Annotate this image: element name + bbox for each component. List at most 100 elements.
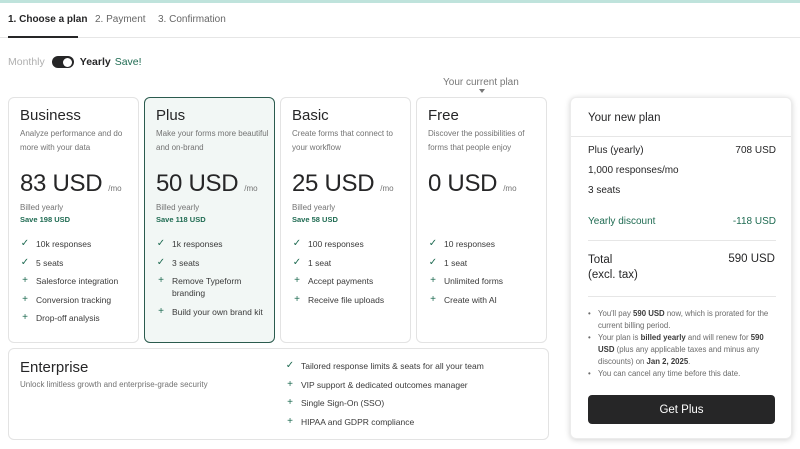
plus-icon: + (22, 275, 28, 286)
feature-item: ✓ 10k responses (20, 238, 138, 250)
feature-item: + Accept payments (292, 275, 410, 287)
billing-note-item: • You'll pay 590 USD now, which is prorat… (588, 308, 780, 332)
feature-text: 5 seats (36, 257, 64, 268)
summary-seats: 3 seats (588, 185, 621, 196)
plus-icon: + (22, 312, 28, 323)
note-text: . (688, 357, 691, 366)
feature-item: + Receive file uploads (292, 294, 410, 306)
feature-text: 10k responses (36, 239, 92, 249)
check-icon: ✓ (156, 256, 166, 268)
feature-text: 3 seats (172, 257, 200, 268)
summary-plan-label: Plus (yearly) (588, 145, 644, 156)
plan-card-business[interactable]: Business Analyze performance and do more… (8, 97, 139, 343)
divider (571, 136, 791, 137)
summary-total-label: Total (excl. tax) (588, 253, 638, 283)
billing-note-item: • Your plan is billed yearly and will ren… (588, 332, 780, 368)
plan-price-amount: 0 USD (428, 170, 498, 197)
plus-icon: + (158, 305, 164, 317)
summary-discount-value: -118 USD (732, 216, 776, 227)
feature-item: ✓ Tailored response limits & seats for al… (285, 360, 484, 372)
plus-icon: + (158, 275, 164, 286)
plan-card-plus[interactable]: Plus Make your forms more beautiful and … (144, 97, 275, 343)
bullet-icon: • (588, 369, 591, 378)
step-confirmation[interactable]: 3. Confirmation (158, 14, 226, 25)
bullet-icon: • (588, 333, 591, 342)
plan-savings: Save 58 USD (292, 215, 338, 224)
feature-list: ✓ 10 responses ✓ 1 seat + Unlimited forms +… (428, 238, 546, 312)
feature-text: Accept payments (308, 276, 374, 286)
plan-card-basic[interactable]: Basic Create forms that connect to your … (280, 97, 411, 343)
feature-list: ✓ 100 responses ✓ 1 seat + Accept payments … (292, 238, 410, 312)
plan-price-period: /mo (244, 184, 258, 193)
plus-icon: + (294, 293, 300, 305)
billing-toggle-row: Monthly Yearly Save! (8, 55, 142, 69)
monthly-label[interactable]: Monthly (8, 56, 45, 68)
plan-name: Basic (292, 107, 329, 124)
feature-item: ✓ 5 seats (20, 257, 138, 269)
feature-text: Build your own brand kit (172, 306, 263, 317)
feature-item: ✓ 10 responses (428, 238, 546, 250)
feature-item: + Conversion tracking (20, 294, 138, 306)
plan-name: Free (428, 107, 459, 124)
plan-name: Plus (156, 107, 186, 124)
feature-text: Tailored response limits & seats for all… (301, 361, 484, 371)
feature-text: Salesforce integration (36, 276, 119, 286)
plan-price-amount: 50 USD (156, 170, 239, 197)
plan-card-free[interactable]: Free Discover the possibilities of forms… (416, 97, 547, 343)
note-emphasis: billed yearly (640, 333, 686, 342)
feature-text: Unlimited forms (444, 276, 504, 286)
check-icon: ✓ (20, 256, 30, 268)
plan-price-period: /mo (108, 184, 122, 193)
check-icon: ✓ (20, 238, 30, 249)
yearly-label[interactable]: Yearly (80, 56, 111, 68)
plan-description: Unlock limitless growth and enterprise-g… (20, 380, 208, 389)
summary-plan-row: Plus (yearly) 708 USD (588, 145, 776, 156)
billing-note-item: • You can cancel any time before this dat… (588, 368, 780, 380)
plus-icon: + (287, 415, 293, 427)
feature-item: + Remove Typeform branding (156, 275, 274, 299)
check-icon: ✓ (292, 238, 302, 249)
plan-price: 0 USD /mo (428, 170, 517, 198)
feature-text: Receive file uploads (308, 294, 385, 305)
billing-period-toggle[interactable] (51, 56, 74, 68)
check-icon: ✓ (285, 360, 295, 371)
total-label-text: Total (588, 254, 613, 266)
feature-item: ✓ 3 seats (156, 257, 274, 269)
current-plan-arrow-icon (479, 89, 485, 93)
feature-text: VIP support & dedicated outcomes manager (301, 379, 468, 390)
summary-plan-price: 708 USD (735, 145, 776, 156)
plan-savings: Save 198 USD (20, 215, 71, 224)
plan-description: Make your forms more beautiful and on-br… (156, 129, 269, 152)
plus-icon: + (430, 275, 436, 286)
billing-note: Billed yearly (156, 203, 200, 212)
feature-item: ✓ 1 seat (292, 257, 410, 269)
note-date: Jan 2, 2025 (646, 357, 689, 366)
summary-responses: 1,000 responses/mo (588, 165, 679, 176)
plan-description: Create forms that connect to your workfl… (292, 129, 393, 152)
feature-item: + HIPAA and GDPR compliance (285, 416, 484, 428)
billing-note: Billed yearly (292, 203, 336, 212)
new-plan-summary: Your new plan Plus (yearly) 708 USD 1,00… (570, 97, 792, 439)
active-step-indicator (8, 36, 78, 38)
plus-icon: + (294, 275, 300, 286)
plan-price-period: /mo (503, 184, 517, 193)
feature-text: Single Sign-On (SSO) (301, 398, 385, 408)
feature-text: 1k responses (172, 239, 223, 249)
plan-card-enterprise[interactable]: Enterprise Unlock limitless growth and e… (8, 348, 549, 440)
feature-list: ✓ 10k responses ✓ 5 seats + Salesforce inte… (20, 238, 138, 331)
plan-price-amount: 25 USD (292, 170, 375, 197)
get-plus-button[interactable]: Get Plus (588, 395, 775, 424)
step-payment[interactable]: 2. Payment (95, 14, 146, 25)
plus-icon: + (430, 293, 436, 305)
plus-icon: + (287, 378, 293, 390)
divider (588, 240, 776, 241)
feature-item: + Create with AI (428, 294, 546, 306)
feature-text: Remove Typeform branding (172, 276, 242, 298)
current-plan-label: Your current plan (443, 77, 519, 88)
feature-item: ✓ 1 seat (428, 257, 546, 269)
step-choose-plan[interactable]: 1. Choose a plan (8, 14, 87, 25)
feature-text: Create with AI (444, 294, 497, 305)
divider (588, 296, 776, 297)
note-text: Your plan is (598, 333, 641, 342)
summary-discount-row: Yearly discount -118 USD (588, 216, 776, 227)
